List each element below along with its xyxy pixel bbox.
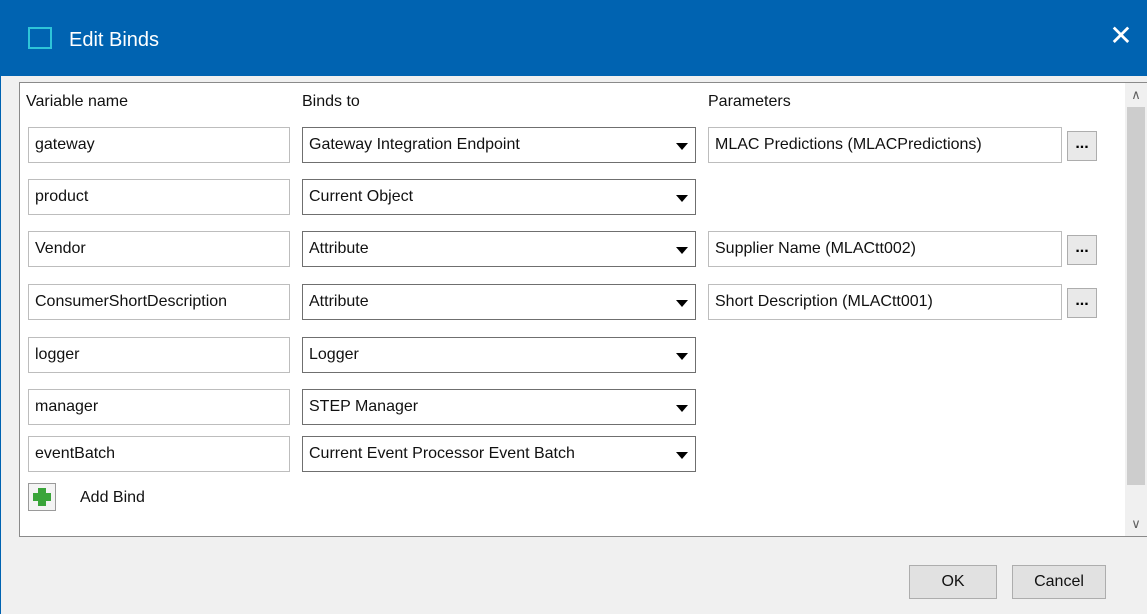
- variable-name-input-vendor[interactable]: Vendor: [28, 231, 290, 267]
- binds-to-value: Current Event Processor Event Batch: [309, 445, 575, 462]
- add-bind-label[interactable]: Add Bind: [80, 489, 145, 507]
- dropdown-arrow-icon: [676, 405, 688, 412]
- parameters-field-gateway[interactable]: MLAC Predictions (MLACPredictions): [708, 127, 1062, 163]
- binds-to-dropdown-manager[interactable]: STEP Manager: [302, 389, 696, 425]
- binds-to-value: Attribute: [309, 240, 369, 257]
- binds-to-dropdown-vendor[interactable]: Attribute: [302, 231, 696, 267]
- binds-to-value: STEP Manager: [309, 398, 419, 415]
- variable-name-input-gateway[interactable]: gateway: [28, 127, 290, 163]
- parameters-field-consumer-short-description[interactable]: Short Description (MLACtt001): [708, 284, 1062, 320]
- binds-to-dropdown-consumer-short-description[interactable]: Attribute: [302, 284, 696, 320]
- variable-name-input-consumer-short-description[interactable]: ConsumerShortDescription: [28, 284, 290, 320]
- title-bar: Edit Binds ✕: [1, 0, 1147, 76]
- dropdown-arrow-icon: [676, 195, 688, 202]
- scroll-down-icon[interactable]: ∨: [1125, 512, 1147, 536]
- binds-to-dropdown-product[interactable]: Current Object: [302, 179, 696, 215]
- binds-to-dropdown-event-batch[interactable]: Current Event Processor Event Batch: [302, 436, 696, 472]
- scroll-up-icon[interactable]: ∧: [1125, 83, 1147, 107]
- dropdown-arrow-icon: [676, 143, 688, 150]
- binds-to-dropdown-logger[interactable]: Logger: [302, 337, 696, 373]
- header-variable-name: Variable name: [26, 93, 128, 110]
- scrollbar-thumb[interactable]: [1127, 107, 1145, 485]
- variable-name-input-event-batch[interactable]: eventBatch: [28, 436, 290, 472]
- binds-to-value: Attribute: [309, 293, 369, 310]
- binds-to-value: Gateway Integration Endpoint: [309, 136, 520, 153]
- dropdown-arrow-icon: [676, 452, 688, 459]
- binds-to-value: Logger: [309, 346, 359, 363]
- window-title: Edit Binds: [69, 29, 160, 51]
- binds-to-value: Current Object: [309, 188, 414, 205]
- dropdown-arrow-icon: [676, 353, 688, 360]
- binds-to-dropdown-gateway[interactable]: Gateway Integration Endpoint: [302, 127, 696, 163]
- binds-panel: Variable name Binds to Parameters gatewa…: [19, 82, 1147, 537]
- dropdown-arrow-icon: [676, 247, 688, 254]
- ok-button[interactable]: OK: [909, 565, 997, 599]
- variable-name-input-logger[interactable]: logger: [28, 337, 290, 373]
- edit-binds-dialog: Edit Binds ✕ Variable name Binds to Para…: [0, 0, 1147, 614]
- close-icon[interactable]: ✕: [1106, 22, 1136, 52]
- header-binds-to: Binds to: [302, 93, 360, 110]
- window-icon: [28, 27, 52, 49]
- plus-icon-horizontal: [33, 493, 51, 501]
- variable-name-input-manager[interactable]: manager: [28, 389, 290, 425]
- browse-button-vendor[interactable]: ...: [1067, 235, 1097, 265]
- vertical-scrollbar[interactable]: ∧ ∨: [1125, 83, 1147, 536]
- header-parameters: Parameters: [708, 93, 791, 110]
- browse-button-gateway[interactable]: ...: [1067, 131, 1097, 161]
- dropdown-arrow-icon: [676, 300, 688, 307]
- browse-button-consumer-short-description[interactable]: ...: [1067, 288, 1097, 318]
- cancel-button[interactable]: Cancel: [1012, 565, 1106, 599]
- add-bind-icon[interactable]: [28, 483, 56, 511]
- variable-name-input-product[interactable]: product: [28, 179, 290, 215]
- parameters-field-vendor[interactable]: Supplier Name (MLACtt002): [708, 231, 1062, 267]
